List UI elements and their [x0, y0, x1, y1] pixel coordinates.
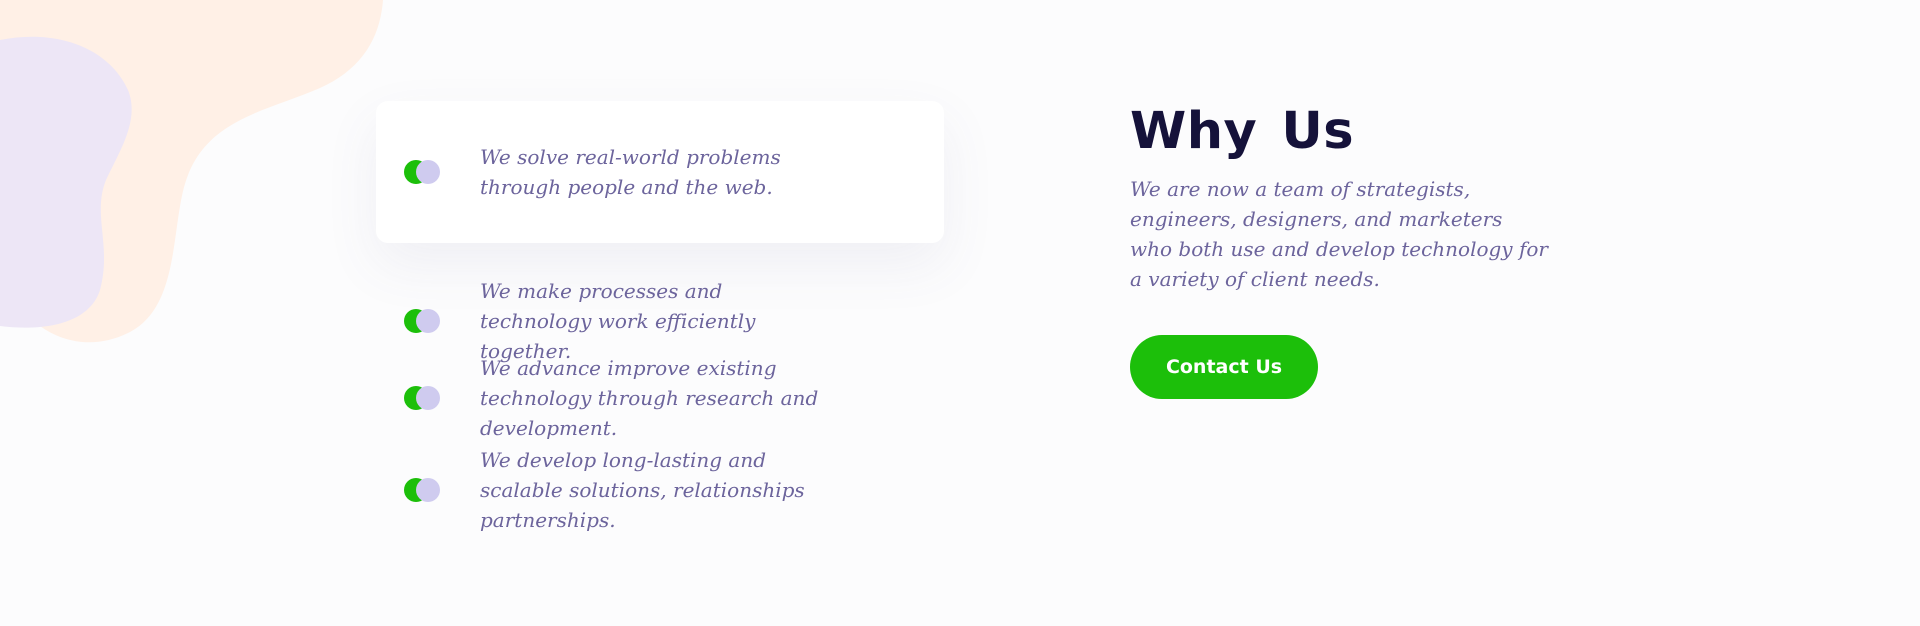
toggle-icon: [404, 160, 442, 184]
contact-us-button[interactable]: Contact Us: [1130, 335, 1318, 399]
section-title-word-1: Why: [1130, 102, 1258, 161]
toggle-icon: [404, 386, 442, 410]
section-title-word-2: Us: [1281, 102, 1355, 161]
feature-item-3: We advance improve existing technology t…: [404, 353, 820, 443]
section-title: Why Us: [1130, 100, 1354, 164]
feature-text: We develop long-lasting and scalable sol…: [480, 448, 805, 532]
toggle-icon: [404, 309, 442, 333]
decorative-blobs: [0, 0, 383, 343]
toggle-lilac-dot: [416, 386, 440, 410]
feature-item-1: We solve real-world problems through peo…: [404, 142, 820, 202]
section-description: We are now a team of strategists, engine…: [1130, 177, 1548, 291]
feature-item-4: We develop long-lasting and scalable sol…: [404, 445, 820, 535]
feature-text: We solve real-world problems through peo…: [480, 145, 781, 199]
toggle-lilac-dot: [416, 160, 440, 184]
feature-text: We advance improve existing technology t…: [480, 356, 819, 440]
toggle-lilac-dot: [416, 478, 440, 502]
toggle-lilac-dot: [416, 309, 440, 333]
toggle-icon: [404, 478, 442, 502]
